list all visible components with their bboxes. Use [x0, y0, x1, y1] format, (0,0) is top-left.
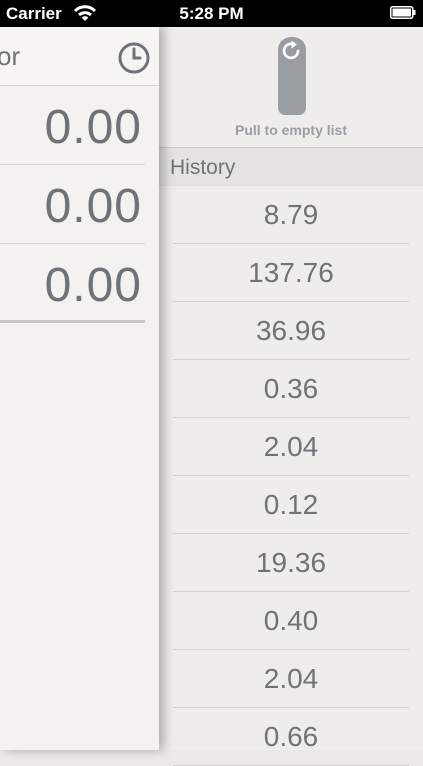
value-field: 0.00 — [44, 259, 142, 312]
history-item[interactable]: 0.66 — [159, 708, 423, 766]
history-item[interactable]: 0.40 — [159, 592, 423, 650]
history-list: 8.79 137.76 36.96 0.36 2.04 0.12 19.36 0… — [159, 186, 423, 766]
status-bar: Carrier 5:28 PM — [0, 0, 423, 27]
value-field: 0.00 — [44, 101, 142, 154]
pull-to-empty-label: Pull to empty list — [234, 122, 347, 138]
history-title: History — [170, 156, 236, 179]
history-header: History — [159, 147, 423, 186]
refresh-icon[interactable] — [277, 35, 307, 117]
calculator-panel[interactable]: or 0.00 0.00 0.00 — [0, 27, 159, 750]
value-row[interactable]: 0.00 — [0, 165, 145, 244]
calculator-title: or — [0, 41, 21, 71]
calculator-header: or — [0, 27, 159, 86]
history-item[interactable]: 19.36 — [159, 534, 423, 592]
value-field: 0.00 — [44, 180, 142, 233]
history-item[interactable]: 0.36 — [159, 360, 423, 418]
pull-to-empty-area[interactable]: Pull to empty list — [159, 27, 423, 147]
battery-icon — [390, 6, 416, 19]
history-item[interactable]: 36.96 — [159, 302, 423, 360]
value-row[interactable]: 0.00 — [0, 86, 145, 165]
value-row[interactable]: 0.00 — [0, 244, 145, 322]
history-item[interactable]: 2.04 — [159, 650, 423, 708]
history-item[interactable]: 8.79 — [159, 186, 423, 244]
history-item[interactable]: 137.76 — [159, 244, 423, 302]
history-item[interactable]: 0.12 — [159, 476, 423, 534]
history-item[interactable]: 2.04 — [159, 418, 423, 476]
clock-time: 5:28 PM — [179, 4, 244, 23]
clock-icon[interactable] — [118, 42, 150, 74]
divider — [0, 320, 145, 323]
